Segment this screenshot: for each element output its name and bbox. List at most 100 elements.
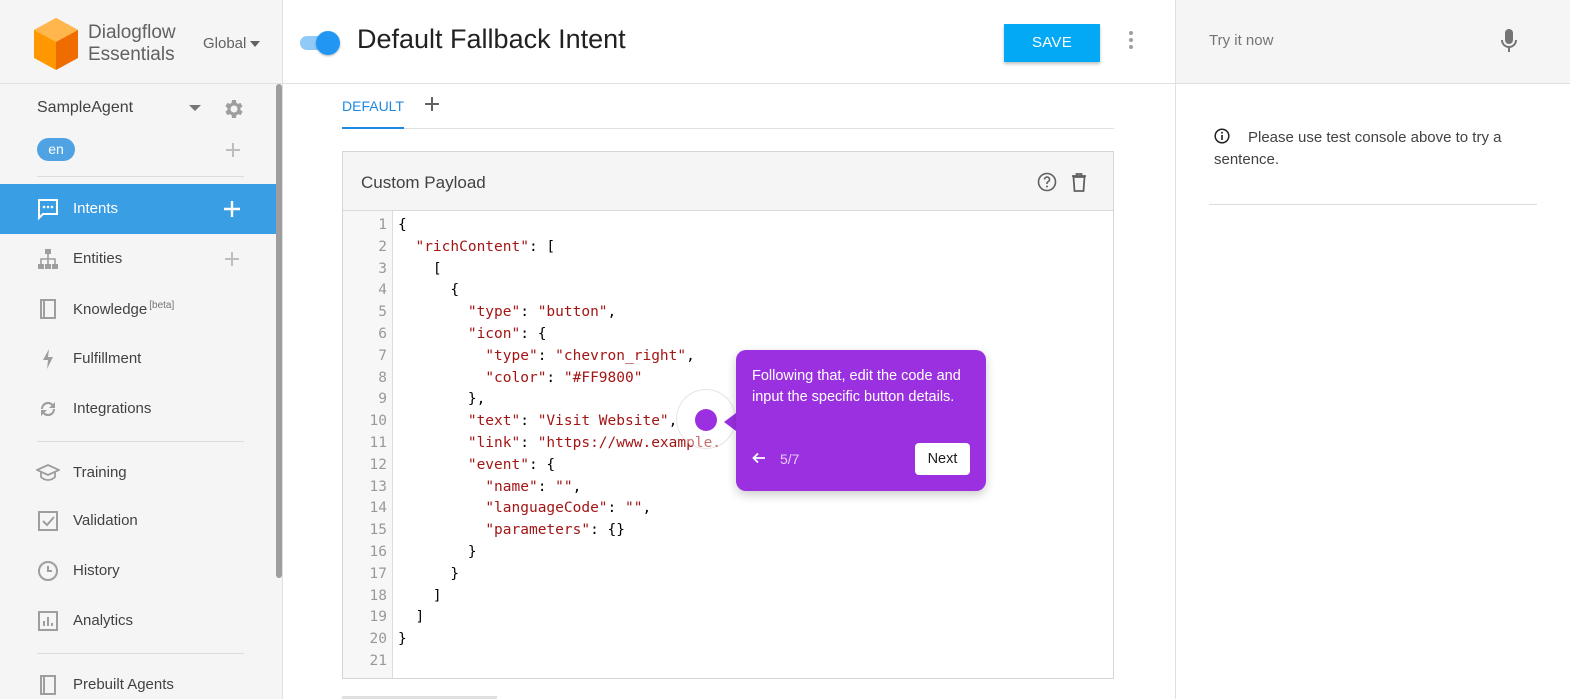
language-pill[interactable]: en (37, 138, 75, 161)
code-string: "parameters" (485, 522, 591, 539)
add-tab-icon[interactable] (424, 96, 440, 112)
save-button[interactable]: SAVE (1004, 24, 1100, 62)
line-number: 9 (378, 391, 387, 408)
try-it-input[interactable]: Try it now (1209, 32, 1273, 49)
book-icon (40, 299, 56, 319)
divider (37, 653, 244, 654)
sidebar-item-history[interactable]: History (0, 546, 276, 596)
code-string: "#FF9800" (563, 369, 643, 386)
tooltip-arrow (724, 413, 736, 431)
line-number: 21 (369, 653, 387, 669)
microphone-icon[interactable] (1500, 28, 1518, 54)
code-line: "event": { (398, 455, 555, 477)
sidebar-item-prebuilt-agents[interactable]: Prebuilt Agents (0, 660, 276, 699)
line-number: 11 (369, 435, 387, 451)
code-token: : (537, 347, 556, 364)
help-icon[interactable] (1037, 172, 1057, 192)
info-icon (1214, 128, 1230, 144)
tooltip-text: Following that, edit the code and input … (752, 368, 961, 405)
add-entity-icon[interactable] (222, 249, 242, 269)
code-line: "languageCode": "", (398, 498, 651, 520)
sidebar-item-knowledge[interactable]: Knowledge [beta] (0, 284, 276, 334)
code-editor[interactable]: 1 2 3 4 5 6 7 8 9 10 11 12 13 14 15 16 17 18 19 20 21 { "ric… (343, 211, 1113, 678)
add-intent-icon[interactable] (222, 199, 242, 219)
code-token: : (520, 435, 538, 451)
sidebar-item-validation[interactable]: Validation (0, 496, 276, 546)
product-name-line1: Dialogflow (88, 22, 176, 43)
sidebar-item-integrations[interactable]: Integrations (0, 384, 276, 434)
sidebar-item-label: History (73, 562, 120, 579)
sidebar-item-label: Intents (73, 200, 119, 217)
code-string: "chevron_right" (555, 347, 687, 364)
check-box-icon (38, 511, 58, 531)
line-number: 18 (369, 587, 387, 604)
code-string: "event" (467, 456, 529, 473)
code-string: "richContent" (415, 238, 529, 255)
line-number: 4 (378, 282, 387, 299)
line-number: 3 (378, 260, 387, 277)
code-line: } (398, 564, 459, 586)
code-token: } (398, 544, 477, 560)
product-name: Dialogflow Essentials (88, 22, 176, 66)
code-token: : (537, 478, 556, 495)
agent-name[interactable]: SampleAgent (37, 99, 133, 117)
toggle-knob (316, 31, 340, 55)
gear-icon[interactable] (221, 97, 245, 121)
code-line: "name": "", (398, 477, 581, 499)
code-string: "languageCode" (485, 500, 608, 517)
code-line: { (398, 280, 459, 302)
agent-dropdown-icon[interactable] (189, 105, 201, 111)
card-title: Custom Payload (361, 173, 486, 192)
arrow-left-icon[interactable] (752, 451, 766, 465)
sidebar-item-entities[interactable]: Entities (0, 234, 276, 284)
trash-icon[interactable] (1071, 172, 1087, 192)
code-token: } (398, 565, 460, 582)
divider (37, 441, 244, 442)
logo-row: Dialogflow Essentials Global (0, 0, 282, 84)
test-console-info: Please use test console above to try a s… (1214, 127, 1534, 171)
sidebar-item-label: Training (73, 464, 127, 481)
sidebar-item-intents[interactable]: Intents (0, 184, 276, 234)
divider (37, 176, 244, 177)
graduation-cap-icon (36, 464, 60, 481)
bolt-icon (43, 349, 53, 369)
code-string: "color" (485, 369, 547, 386)
more-options-icon[interactable] (1124, 29, 1138, 51)
tour-hotspot[interactable] (695, 409, 717, 431)
code-line: }, (398, 389, 485, 411)
tab-default[interactable]: DEFAULT (342, 98, 404, 129)
code-token: : (546, 369, 564, 386)
code-string: "icon" (467, 326, 521, 342)
code-token: [ (398, 260, 442, 277)
region-selector[interactable]: Global (203, 35, 261, 52)
code-line: "type": "button", (398, 302, 616, 324)
book-icon (40, 675, 56, 695)
code-line: "color": "#FF9800" (398, 368, 642, 390)
line-number: 13 (369, 478, 387, 495)
clock-icon (38, 561, 58, 581)
code-string: "button" (537, 304, 608, 321)
add-language-icon[interactable] (223, 140, 243, 160)
sidebar-scrollbar[interactable] (276, 84, 282, 578)
sidebar-item-analytics[interactable]: Analytics (0, 596, 276, 646)
code-line: "type": "chevron_right", (398, 346, 695, 368)
sidebar-item-fulfillment[interactable]: Fulfillment (0, 334, 276, 384)
code-token: , (642, 500, 652, 517)
beta-badge: [beta] (149, 300, 175, 311)
sidebar-item-training[interactable]: Training (0, 448, 276, 498)
region-label: Global (203, 35, 247, 52)
line-number: 17 (369, 565, 387, 582)
code-token: : [ (528, 238, 556, 255)
code-token: : {} (590, 522, 625, 539)
code-line: "link": "https://www.example. (398, 433, 721, 455)
code-token: { (398, 282, 460, 299)
code-string: "name" (485, 478, 538, 495)
code-token: : (607, 500, 625, 517)
intent-enabled-toggle[interactable] (300, 30, 340, 56)
next-button[interactable]: Next (915, 443, 970, 475)
sidebar-item-label: Fulfillment (73, 350, 142, 367)
